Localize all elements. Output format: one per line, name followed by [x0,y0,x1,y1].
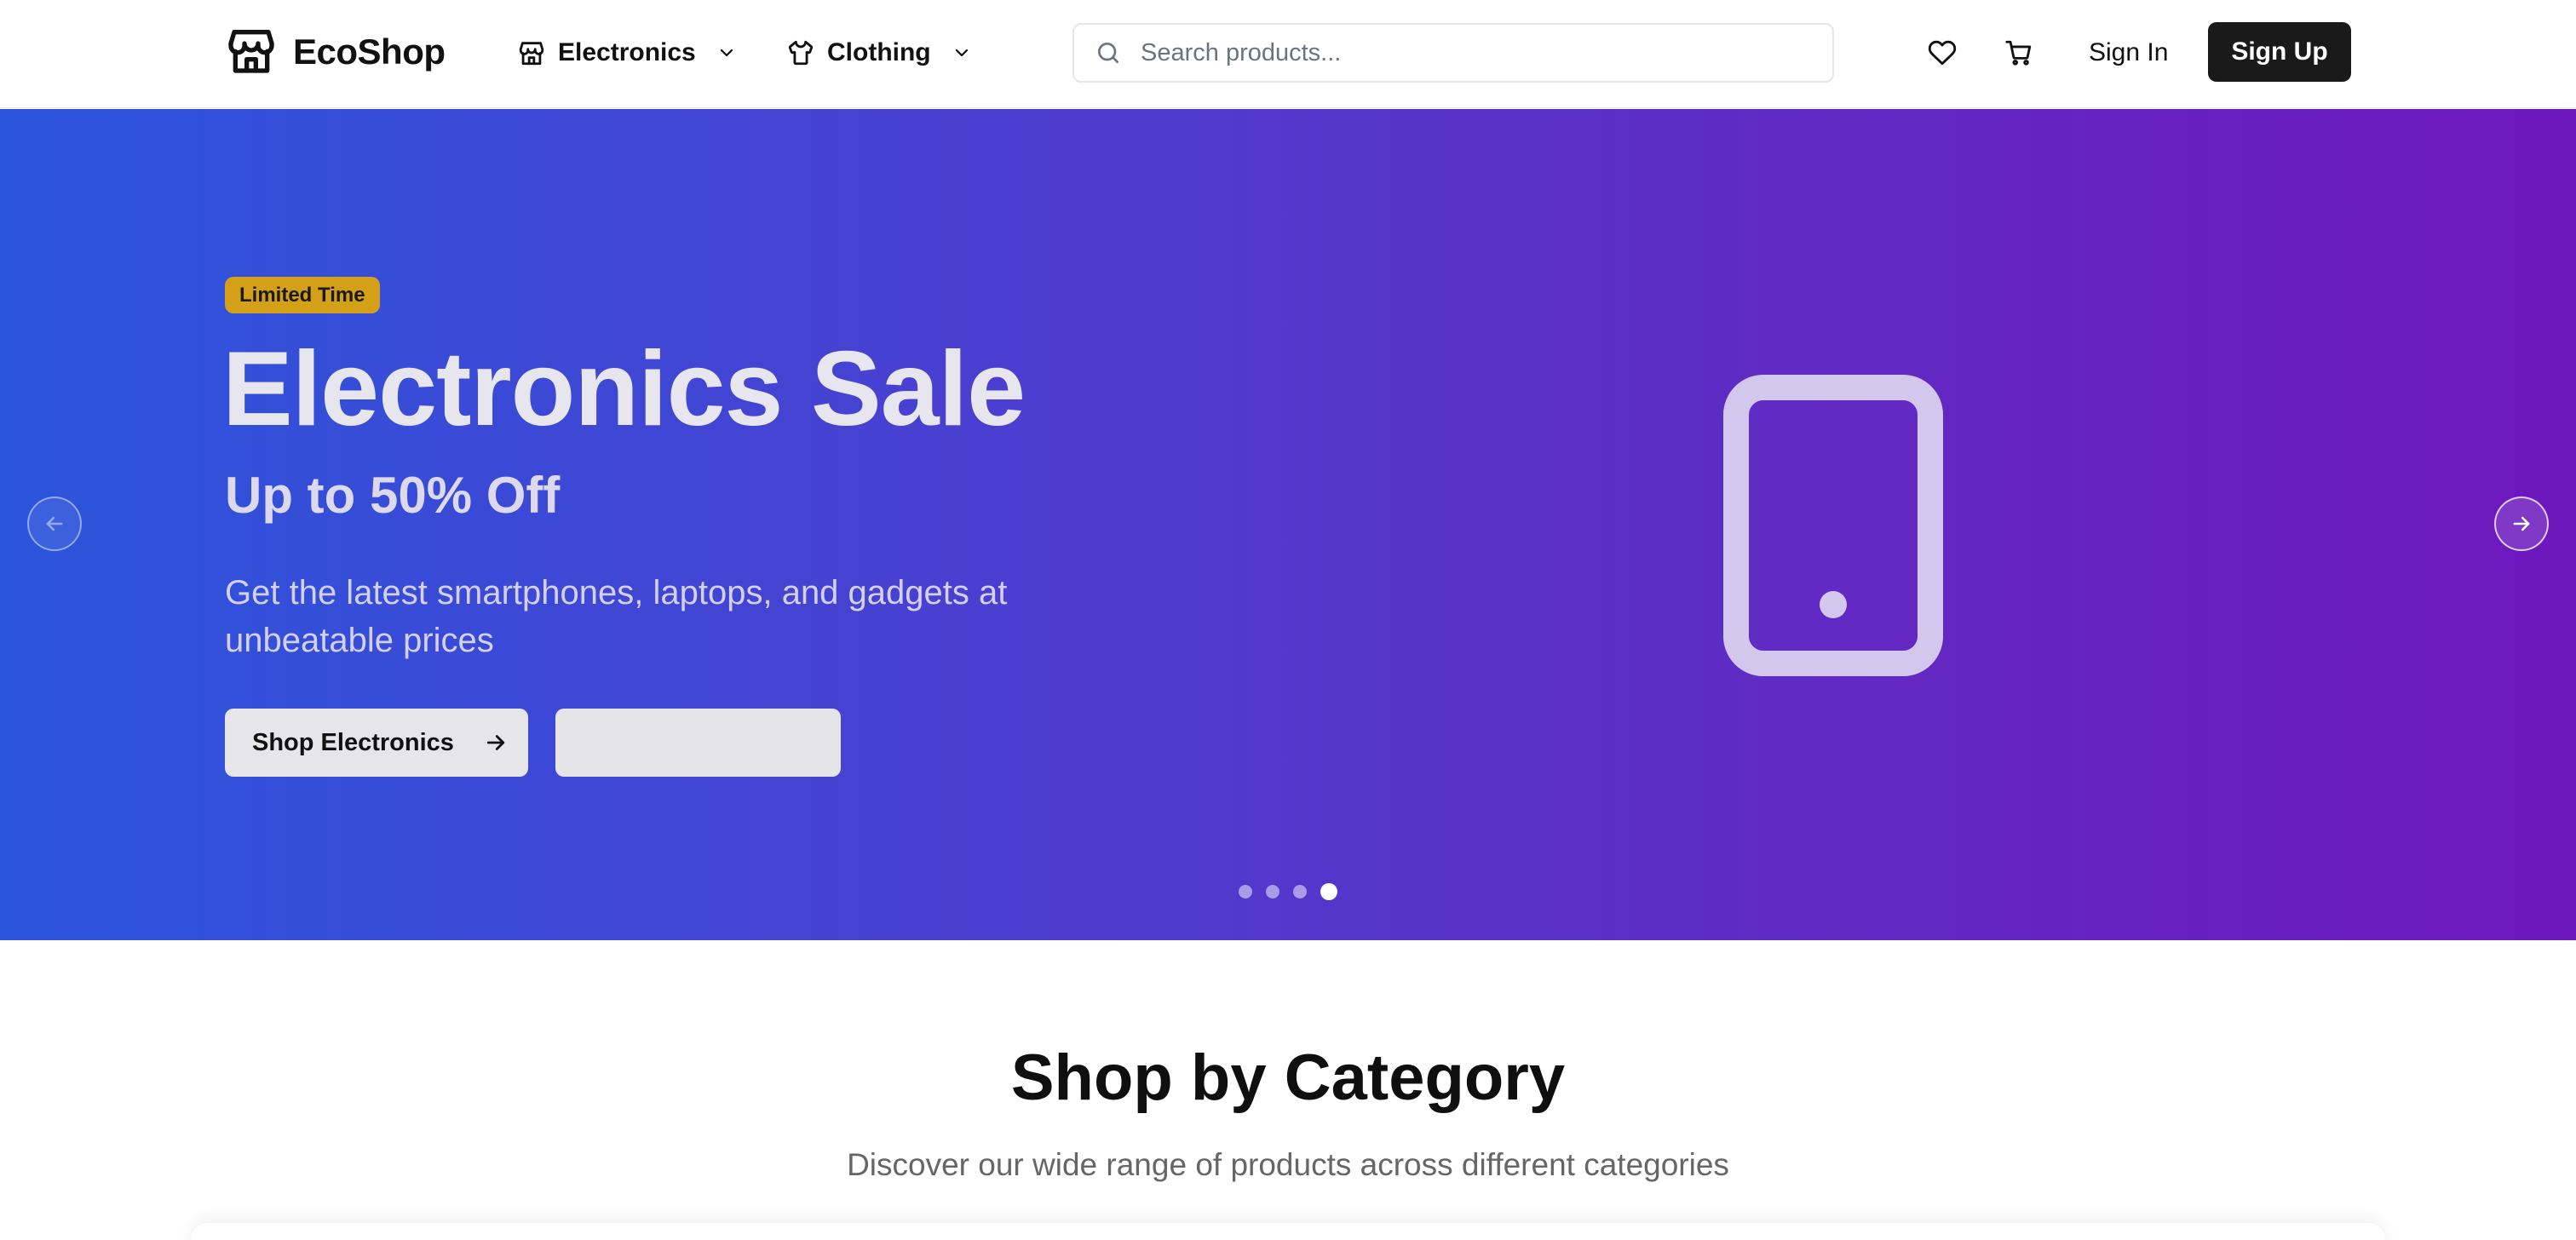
site-header: EcoShop Electronics Clothing Search prod… [0,0,2576,108]
carousel-dot[interactable] [1239,885,1252,898]
carousel-prev-button[interactable] [27,497,82,551]
shop-electronics-button[interactable]: Shop Electronics [225,709,528,777]
store-icon [517,38,546,67]
hero-description: Get the latest smartphones, laptops, and… [225,574,1008,659]
carousel-dot[interactable] [1293,885,1307,898]
sign-in-link[interactable]: Sign In [2089,31,2168,75]
hero-title: Electronics Sale [222,330,1026,448]
arrow-right-icon [2510,512,2533,536]
shop-electronics-label: Shop Electronics [252,728,454,756]
hero-subtitle: Up to 50% Off [225,467,561,524]
carousel-dot[interactable] [1266,885,1279,898]
carousel-dot[interactable] [1320,883,1337,900]
limited-time-badge: Limited Time [225,277,380,313]
nav-electronics-label: Electronics [558,38,696,66]
secondary-hero-button[interactable] [555,709,841,777]
carousel-next-button[interactable] [2494,497,2549,551]
arrow-right-icon [454,730,509,755]
logo[interactable]: EcoShop [224,24,446,80]
nav-electronics[interactable]: Electronics [517,32,737,73]
categories-title: Shop by Category [1010,1042,1566,1114]
search-icon [1074,39,1122,66]
search-input[interactable] [1141,38,1805,67]
cart-button[interactable] [2002,36,2036,70]
nav-clothing[interactable]: Clothing [786,32,972,73]
carousel-indicators [1239,882,1351,901]
heart-icon [1928,38,1957,67]
category-card[interactable] [192,1223,2384,1240]
chevron-down-icon[interactable] [931,43,972,63]
arrow-left-icon [43,512,66,536]
nav-clothing-label: Clothing [827,38,931,66]
wishlist-button[interactable] [1925,36,1959,70]
smartphone-icon [1722,374,1944,677]
store-icon [224,23,279,82]
chevron-down-icon[interactable] [696,43,737,63]
logo-text: EcoShop [293,32,446,72]
hero-banner: Limited Time Electronics Sale Up to 50% … [0,109,2576,940]
sign-up-button[interactable]: Sign Up [2208,22,2351,82]
shirt-icon [786,38,815,67]
search-bar[interactable] [1072,23,1834,83]
categories-subtitle: Discover our wide range of products acro… [847,1147,1729,1182]
cart-icon [2004,38,2033,67]
